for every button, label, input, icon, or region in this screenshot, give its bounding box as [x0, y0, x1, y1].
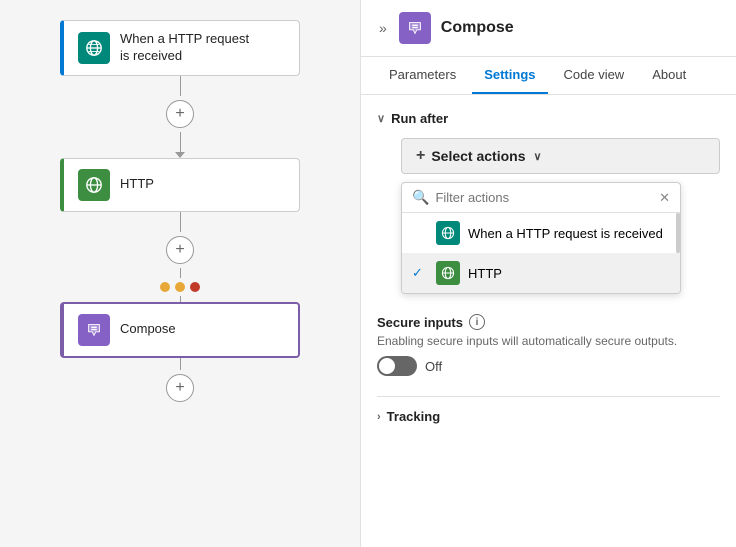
compose-node-label: Compose [120, 321, 176, 338]
dot-3 [190, 282, 200, 292]
http-node[interactable]: HTTP [60, 158, 300, 212]
tracking-label: Tracking [387, 409, 440, 424]
toggle-row: Off [377, 356, 720, 376]
right-panel: » Compose Parameters Settings Code view … [360, 0, 736, 547]
secure-inputs-info-icon[interactable]: i [469, 314, 485, 330]
check-mark-2: ✓ [412, 265, 428, 281]
run-after-label: Run after [391, 111, 448, 126]
panel-header-icon [399, 12, 431, 44]
http-request-node-label: When a HTTP requestis received [120, 31, 249, 65]
search-icon: 🔍 [412, 189, 429, 206]
clear-search-button[interactable]: ✕ [659, 190, 670, 206]
tab-about[interactable]: About [640, 57, 698, 94]
connector-1: + [166, 76, 194, 158]
dropdown-item-icon-2 [436, 261, 460, 285]
http-node-icon [78, 169, 110, 201]
panel-content: ∨ Run after + Select actions ∨ 🔍 ✕ [361, 95, 736, 547]
compose-node-icon [78, 314, 110, 346]
tracking-header[interactable]: › Tracking [377, 409, 720, 424]
select-actions-plus-icon: + [416, 147, 425, 165]
toggle-knob [379, 358, 395, 374]
tabs-bar: Parameters Settings Code view About [361, 57, 736, 95]
secure-inputs-section: Secure inputs i Enabling secure inputs w… [377, 314, 720, 376]
secure-inputs-title: Secure inputs i [377, 314, 720, 330]
flow-canvas: When a HTTP requestis received + HTTP + [0, 0, 360, 547]
search-row: 🔍 ✕ [402, 183, 680, 213]
flow-nodes: When a HTTP requestis received + HTTP + [0, 20, 360, 406]
run-after-chevron: ∨ [377, 112, 385, 125]
dropdown-item-http[interactable]: ✓ HTTP [402, 253, 680, 293]
connector-3 [180, 296, 181, 302]
tab-settings[interactable]: Settings [472, 57, 547, 94]
tracking-section: › Tracking [377, 396, 720, 424]
tab-code-view[interactable]: Code view [552, 57, 637, 94]
http-node-label: HTTP [120, 176, 154, 193]
dropdown-list: When a HTTP request is received ✓ H [402, 213, 680, 293]
connector-2: + [166, 212, 194, 278]
filter-actions-input[interactable] [435, 190, 653, 205]
add-button-3[interactable]: + [166, 374, 194, 402]
dropdown-item-label-2: HTTP [468, 266, 502, 281]
select-actions-label: Select actions [431, 148, 525, 164]
panel-title: Compose [441, 19, 514, 37]
dot-2 [175, 282, 185, 292]
secure-inputs-label: Secure inputs [377, 315, 463, 330]
secure-inputs-toggle[interactable] [377, 356, 417, 376]
http-request-node-icon [78, 32, 110, 64]
tracking-chevron: › [377, 411, 381, 423]
connector-4: + [166, 358, 194, 406]
scrollbar-thumb [676, 213, 680, 253]
actions-dropdown: 🔍 ✕ [401, 182, 681, 294]
select-actions-chevron-icon: ∨ [534, 150, 542, 163]
secure-inputs-description: Enabling secure inputs will automaticall… [377, 334, 720, 348]
panel-header: » Compose [361, 0, 736, 57]
dropdown-item-http-request[interactable]: When a HTTP request is received [402, 213, 680, 253]
tab-parameters[interactable]: Parameters [377, 57, 468, 94]
collapse-button[interactable]: » [377, 18, 389, 38]
toggle-label: Off [425, 359, 442, 374]
dropdown-item-label-1: When a HTTP request is received [468, 226, 663, 241]
add-button-2[interactable]: + [166, 236, 194, 264]
select-actions-button[interactable]: + Select actions ∨ [401, 138, 720, 174]
dot-1 [160, 282, 170, 292]
http-request-node[interactable]: When a HTTP requestis received [60, 20, 300, 76]
add-button-1[interactable]: + [166, 100, 194, 128]
run-after-section-header[interactable]: ∨ Run after [377, 111, 720, 126]
dropdown-item-icon-1 [436, 221, 460, 245]
dots-row [160, 282, 200, 292]
scrollbar-track [676, 213, 680, 293]
compose-node[interactable]: Compose [60, 302, 300, 358]
